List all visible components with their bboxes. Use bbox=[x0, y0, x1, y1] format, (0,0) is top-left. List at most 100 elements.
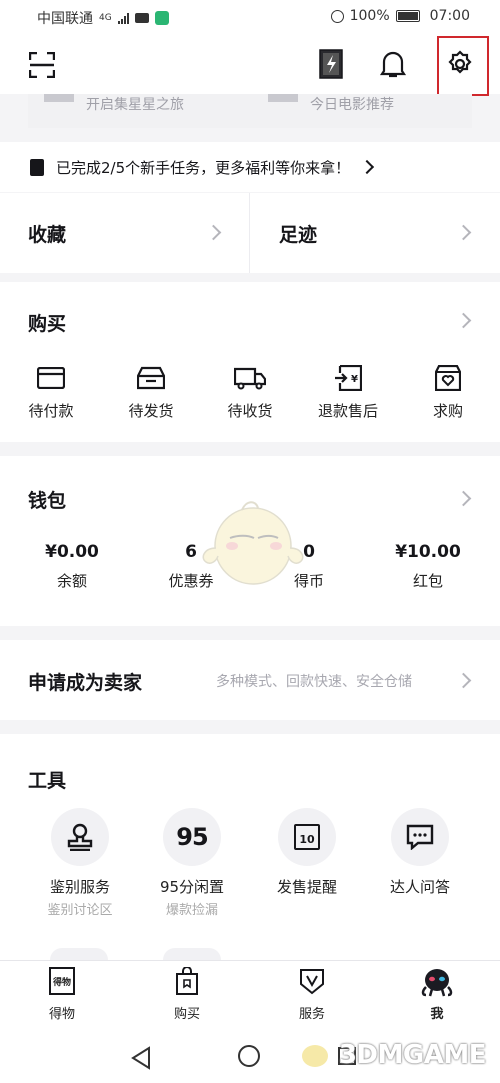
clock: 07:00 bbox=[429, 8, 470, 24]
tab-dewu[interactable]: 得物 得物 bbox=[22, 967, 102, 1022]
alarm-icon bbox=[330, 9, 344, 23]
wallet-card-icon bbox=[10, 362, 92, 394]
pending-shipment-label: 待发货 bbox=[128, 402, 174, 420]
refund-item[interactable]: ¥ 退款售后 bbox=[306, 362, 390, 421]
stamp-icon bbox=[51, 808, 109, 866]
banner-text-right: 今日电影推荐 bbox=[310, 97, 394, 113]
tool-release-reminder-label: 发售提醒 bbox=[276, 878, 337, 896]
banner-image-right bbox=[268, 94, 298, 102]
red-packet-value: ¥10.00 bbox=[395, 542, 461, 562]
tool-expert-qa[interactable]: 达人问答 bbox=[370, 808, 470, 897]
favorites-row[interactable]: 收藏 bbox=[0, 193, 249, 273]
pending-receipt-item[interactable]: 待收货 bbox=[209, 362, 291, 421]
tab-service-label: 服务 bbox=[298, 1007, 325, 1022]
tool-authentication[interactable]: 鉴别服务 鉴别讨论区 bbox=[30, 808, 130, 918]
tab-dewu-label: 得物 bbox=[48, 1007, 75, 1022]
seller-title: 申请成为卖家 bbox=[28, 672, 143, 694]
tool-circle-partial bbox=[50, 948, 108, 960]
task-chevron-icon bbox=[360, 159, 375, 175]
chat-icon bbox=[391, 808, 449, 866]
site-watermark: 3DMGAME bbox=[302, 1040, 487, 1070]
favorites-footprints-card: 收藏 足迹 bbox=[0, 193, 500, 273]
calendar-icon-text: 10 bbox=[299, 832, 315, 846]
banner-image-left bbox=[44, 94, 74, 102]
chevron-right-icon[interactable] bbox=[455, 490, 472, 507]
banner-text-left: 开启集星星之旅 bbox=[86, 97, 184, 113]
task-bar[interactable]: 已完成2/5个新手任务，更多福利等你来拿！ bbox=[0, 142, 500, 192]
signal-icon bbox=[117, 12, 129, 24]
seller-card[interactable]: 申请成为卖家 多种模式、回款快速、安全仓储 bbox=[0, 640, 500, 720]
svg-text:¥: ¥ bbox=[351, 374, 358, 385]
task-text: 已完成2/5个新手任务，更多福利等你来拿！ bbox=[56, 158, 351, 177]
balance-value: ¥0.00 bbox=[45, 542, 99, 562]
pending-receipt-label: 待收货 bbox=[227, 402, 273, 420]
scan-icon[interactable] bbox=[27, 50, 57, 80]
refund-label: 退款售后 bbox=[317, 402, 378, 420]
tool-circle-partial bbox=[163, 948, 221, 960]
footprints-label: 足迹 bbox=[279, 224, 318, 246]
tab-buy-label: 购买 bbox=[173, 1007, 200, 1022]
network-text: 4G bbox=[99, 12, 112, 23]
bell-icon[interactable] bbox=[377, 48, 409, 80]
purchase-card: 购买 待付款 待发货 待收货 ¥ 退款售后 求购 bbox=[0, 282, 500, 442]
tool-95-idle-label: 95分闲置 bbox=[159, 878, 225, 896]
chevron-right-icon[interactable] bbox=[455, 312, 472, 329]
refund-icon: ¥ bbox=[306, 362, 390, 394]
back-icon[interactable] bbox=[130, 1046, 152, 1074]
wanted-item[interactable]: 求购 bbox=[407, 362, 489, 421]
settings-highlight-box bbox=[437, 36, 489, 96]
bag-heart-icon bbox=[407, 362, 489, 394]
chevron-right-icon bbox=[205, 224, 222, 241]
favorites-label: 收藏 bbox=[28, 224, 67, 246]
truck-icon bbox=[209, 362, 291, 394]
wallet-title: 钱包 bbox=[28, 490, 67, 512]
tab-service[interactable]: 服务 bbox=[272, 967, 352, 1022]
briefcase-icon bbox=[134, 13, 149, 23]
dewu-icon-text: 得物 bbox=[52, 977, 71, 988]
95-icon-text: 95 bbox=[176, 823, 208, 851]
banner-peek[interactable]: 开启集星星之旅 今日电影推荐 bbox=[28, 94, 472, 128]
mascot-watermark bbox=[202, 501, 304, 585]
home-icon[interactable] bbox=[238, 1045, 260, 1067]
tool-expert-qa-label: 达人问答 bbox=[389, 878, 450, 896]
tool-authentication-label: 鉴别服务 bbox=[49, 878, 110, 896]
tool-95-idle[interactable]: 95 95分闲置 爆款捡漏 bbox=[142, 808, 242, 918]
bottom-tab-bar: 得物 得物 购买 服务 我 bbox=[0, 960, 500, 1035]
battery-icon bbox=[395, 10, 420, 22]
tab-me[interactable]: 我 bbox=[397, 967, 477, 1022]
dewu-icon: 得物 bbox=[49, 967, 75, 995]
tab-buy[interactable]: 购买 bbox=[147, 967, 227, 1022]
pending-shipment-item[interactable]: 待发货 bbox=[110, 362, 192, 421]
shopping-bag-icon bbox=[147, 967, 227, 995]
flash-card-icon[interactable] bbox=[316, 48, 346, 80]
tools-card: 工具 鉴别服务 鉴别讨论区 95 95分闲置 爆款捡漏 10 发售提醒 达人问答 bbox=[0, 734, 500, 960]
red-packet-label: 红包 bbox=[412, 572, 443, 590]
chevron-right-icon bbox=[455, 224, 472, 241]
watermark-mascot-icon bbox=[302, 1044, 329, 1067]
chevron-right-icon bbox=[455, 672, 472, 689]
app-notify-icon bbox=[154, 11, 169, 25]
tool-authentication-sub: 鉴别讨论区 bbox=[47, 903, 113, 918]
avatar-icon bbox=[397, 967, 477, 997]
carrier-text: 中国联通 bbox=[37, 11, 93, 27]
tab-me-label: 我 bbox=[430, 1007, 444, 1022]
status-bar: 中国联通 4G 100% 07:00 bbox=[0, 0, 500, 34]
balance-label: 余额 bbox=[56, 572, 87, 590]
95-icon: 95 bbox=[163, 808, 221, 866]
wanted-label: 求购 bbox=[432, 402, 463, 420]
tools-title: 工具 bbox=[28, 770, 67, 792]
pending-payment-label: 待付款 bbox=[28, 402, 74, 420]
gift-icon bbox=[30, 158, 44, 176]
tool-95-idle-sub: 爆款捡漏 bbox=[165, 903, 218, 918]
pending-payment-item[interactable]: 待付款 bbox=[10, 362, 92, 421]
shield-v-icon bbox=[272, 967, 352, 995]
seller-desc: 多种模式、回款快速、安全仓储 bbox=[216, 674, 412, 690]
calendar-icon: 10 bbox=[278, 808, 336, 866]
battery-percent: 100% bbox=[349, 8, 390, 24]
tool-release-reminder[interactable]: 10 发售提醒 bbox=[257, 808, 357, 897]
red-packet-item[interactable]: ¥10.00 红包 bbox=[376, 542, 480, 591]
balance-item[interactable]: ¥0.00 余额 bbox=[20, 542, 124, 591]
box-icon bbox=[110, 362, 192, 394]
footprints-row[interactable]: 足迹 bbox=[250, 193, 500, 273]
watermark-text: 3DMGAME bbox=[338, 1040, 487, 1070]
